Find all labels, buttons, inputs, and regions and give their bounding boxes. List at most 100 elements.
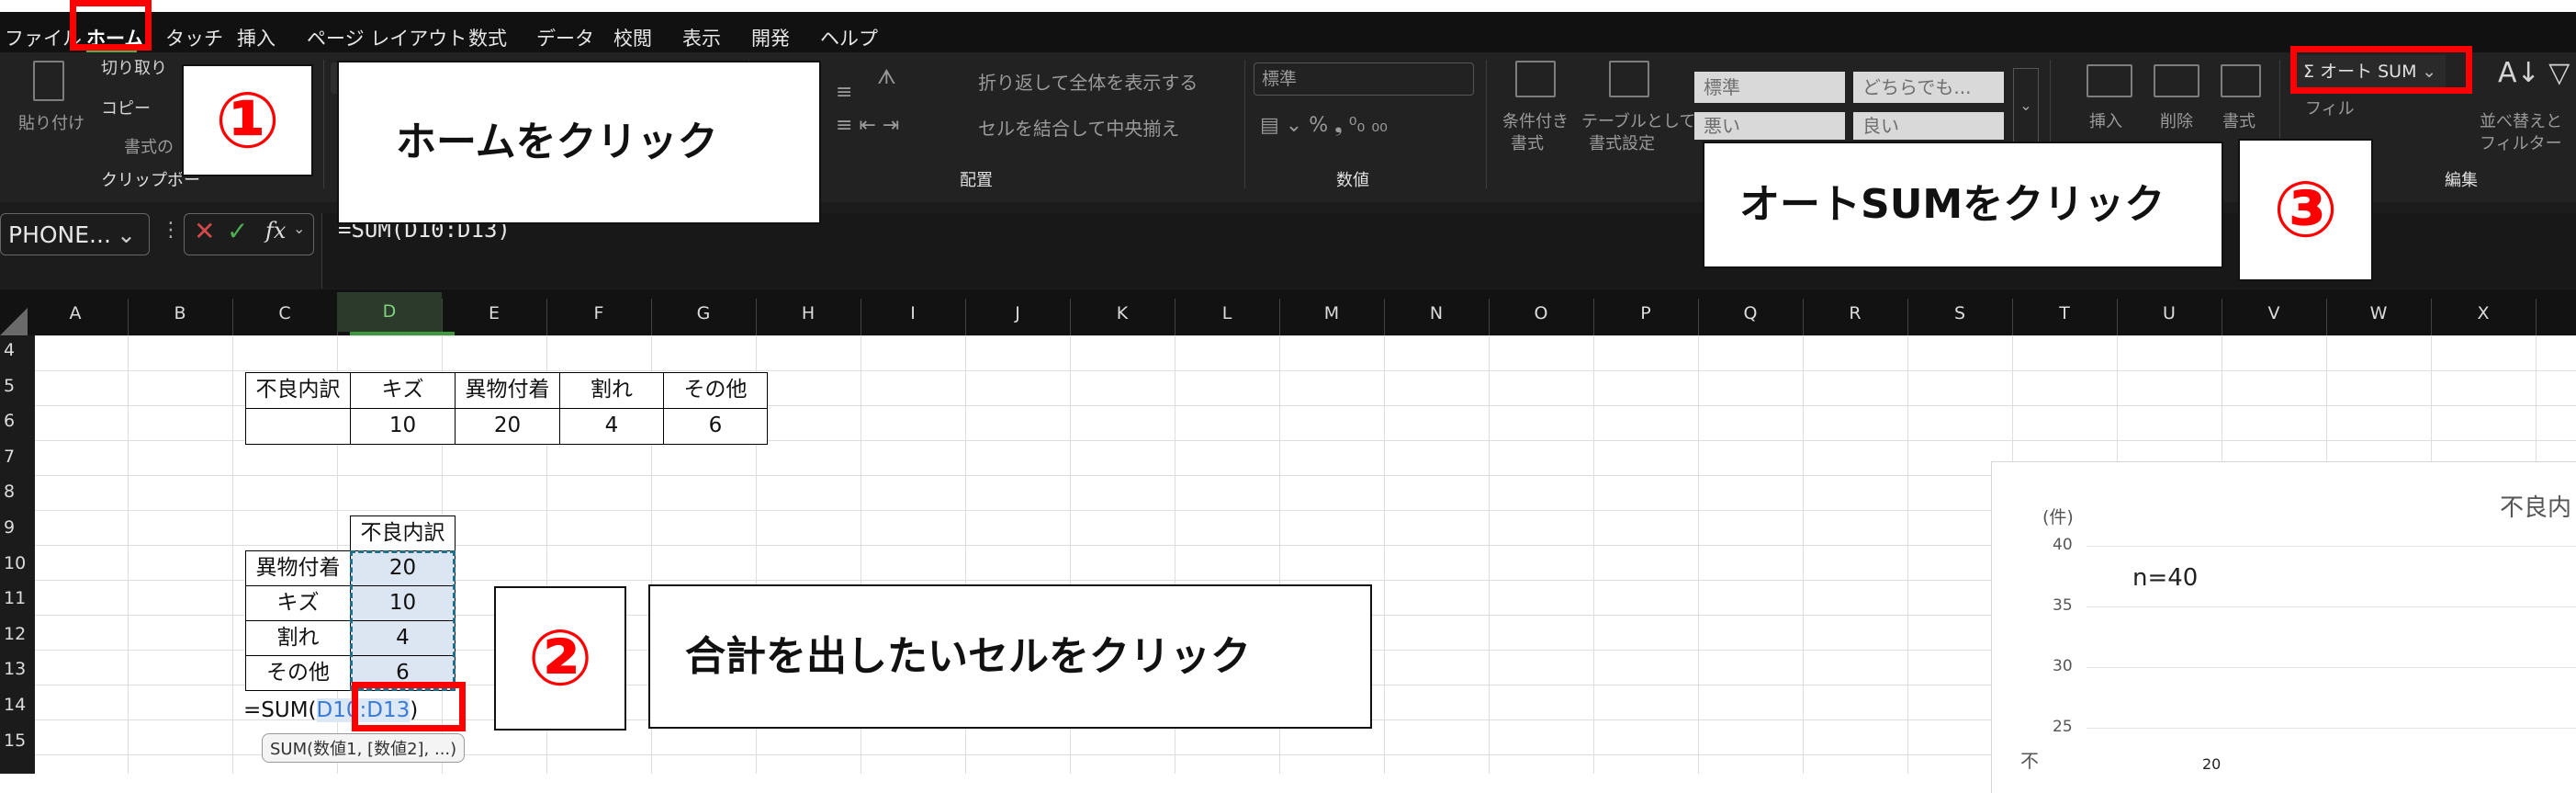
- align-icons[interactable]: ≡: [836, 81, 852, 104]
- cancel-icon[interactable]: ✕: [194, 216, 215, 246]
- table1-value-cell[interactable]: 10: [350, 408, 456, 445]
- format-cells-icon[interactable]: [2221, 64, 2261, 97]
- row-header-5[interactable]: 5: [0, 376, 29, 396]
- paste-label[interactable]: 貼り付け: [18, 110, 84, 134]
- column-header-s[interactable]: S: [1907, 303, 2012, 323]
- column-header-k[interactable]: K: [1070, 303, 1175, 323]
- table2-header-cell[interactable]: 不良内訳: [350, 515, 456, 551]
- tab-page-layout[interactable]: ページ レイアウト: [307, 24, 467, 53]
- conditional-format-label-2[interactable]: 書式: [1511, 130, 1544, 154]
- column-header-g[interactable]: G: [651, 303, 756, 323]
- column-header-h[interactable]: H: [756, 303, 861, 323]
- table1-header-cell[interactable]: その他: [663, 372, 768, 409]
- row-header-4[interactable]: 4: [0, 340, 29, 360]
- row-header-11[interactable]: 11: [0, 588, 29, 608]
- table-format-label-2[interactable]: 書式設定: [1589, 130, 1655, 154]
- column-header-r[interactable]: R: [1803, 303, 1907, 323]
- table1-value-cell[interactable]: 6: [663, 408, 768, 445]
- confirm-icon[interactable]: ✓: [227, 216, 248, 246]
- sort-filter-icon[interactable]: A↓ ▽: [2498, 57, 2570, 89]
- insert-function-icon[interactable]: fx: [265, 218, 286, 244]
- merge-center-button[interactable]: セルを結合して中央揃え: [978, 114, 1179, 141]
- name-box[interactable]: PHONE... ⌄: [0, 213, 150, 255]
- column-header-e[interactable]: E: [442, 303, 546, 323]
- delete-cells-button[interactable]: 削除: [2160, 108, 2193, 132]
- column-header-f[interactable]: F: [546, 303, 651, 323]
- column-header-c[interactable]: C: [232, 303, 337, 323]
- column-header-q[interactable]: Q: [1698, 303, 1803, 323]
- column-header-l[interactable]: L: [1175, 303, 1279, 323]
- table-format-icon[interactable]: [1609, 61, 1649, 97]
- tab-insert[interactable]: 挿入: [237, 24, 276, 53]
- column-header-i[interactable]: I: [861, 303, 965, 323]
- table2-label-cell[interactable]: キズ: [245, 585, 351, 621]
- table1-value-cell[interactable]: 20: [455, 408, 560, 445]
- more-options-icon[interactable]: ⋮: [161, 219, 181, 242]
- conditional-format-icon[interactable]: [1515, 61, 1556, 97]
- insert-cells-icon[interactable]: [2087, 64, 2132, 97]
- delete-cells-icon[interactable]: [2154, 64, 2199, 97]
- style-normal[interactable]: 標準: [1694, 72, 1845, 103]
- sort-filter-label[interactable]: 並べ替えと: [2480, 108, 2562, 132]
- column-header-o[interactable]: O: [1489, 303, 1593, 323]
- column-header-b[interactable]: B: [128, 303, 232, 323]
- table2-label-cell[interactable]: その他: [245, 655, 351, 691]
- column-header-u[interactable]: U: [2117, 303, 2222, 323]
- column-header-j[interactable]: J: [965, 303, 1070, 323]
- column-header-p[interactable]: P: [1593, 303, 1698, 323]
- tab-data[interactable]: データ: [536, 24, 594, 53]
- tab-help[interactable]: ヘルプ: [820, 24, 878, 53]
- column-header-a[interactable]: A: [23, 303, 128, 323]
- orientation-icon[interactable]: ᗑ: [877, 66, 896, 89]
- column-separator[interactable]: [2536, 299, 2537, 335]
- insert-cells-button[interactable]: 挿入: [2089, 108, 2122, 132]
- tab-developer[interactable]: 開発: [751, 24, 790, 53]
- table2-corner-cell[interactable]: [245, 515, 351, 551]
- style-neutral[interactable]: どちらでも...: [1853, 72, 2004, 103]
- chevron-down-icon[interactable]: ⌄: [293, 220, 305, 237]
- table1-value-cell[interactable]: [245, 408, 351, 445]
- table1-header-cell[interactable]: キズ: [350, 372, 456, 409]
- style-good[interactable]: 良い: [1853, 112, 2004, 140]
- row-header-10[interactable]: 10: [0, 553, 29, 573]
- row-header-15[interactable]: 15: [0, 731, 29, 751]
- column-header-v[interactable]: V: [2222, 303, 2326, 323]
- row-header-13[interactable]: 13: [0, 659, 29, 679]
- cut-button[interactable]: 切り取り: [101, 55, 167, 79]
- wrap-text-button[interactable]: 折り返して全体を表示する: [978, 68, 1198, 95]
- tab-view[interactable]: 表示: [682, 24, 721, 53]
- copy-button[interactable]: コピー: [101, 96, 151, 119]
- conditional-format-label[interactable]: 条件付き: [1502, 108, 1569, 132]
- tab-review[interactable]: 校閲: [613, 24, 652, 53]
- table1-header-cell[interactable]: 不良内訳: [245, 372, 351, 409]
- chart-area[interactable]: [1991, 461, 2576, 793]
- column-header-d[interactable]: D: [337, 292, 442, 332]
- style-bad[interactable]: 悪い: [1694, 112, 1845, 140]
- table2-label-cell[interactable]: 割れ: [245, 620, 351, 656]
- row-header-14[interactable]: 14: [0, 695, 29, 715]
- paste-icon[interactable]: [33, 61, 64, 101]
- styles-more-button[interactable]: ⌄: [2013, 68, 2039, 143]
- column-header-w[interactable]: W: [2326, 303, 2431, 323]
- column-header-x[interactable]: X: [2431, 303, 2536, 323]
- table-format-label[interactable]: テーブルとして: [1581, 108, 1695, 132]
- table1-header-cell[interactable]: 異物付着: [455, 372, 560, 409]
- column-header-t[interactable]: T: [2012, 303, 2117, 323]
- row-header-7[interactable]: 7: [0, 447, 29, 467]
- sort-filter-label-2[interactable]: フィルター: [2480, 130, 2562, 154]
- align-left-icon[interactable]: ≡ ⇤ ⇥: [836, 114, 899, 137]
- column-header-m[interactable]: M: [1279, 303, 1384, 323]
- table2-label-cell[interactable]: 異物付着: [245, 550, 351, 586]
- tab-touch[interactable]: タッチ: [165, 24, 223, 53]
- number-format-dropdown[interactable]: 標準: [1254, 62, 1474, 96]
- row-header-9[interactable]: 9: [0, 517, 29, 538]
- row-header-12[interactable]: 12: [0, 624, 29, 644]
- table1-header-cell[interactable]: 割れ: [559, 372, 664, 409]
- chevron-down-icon[interactable]: ⌄: [117, 214, 136, 256]
- table1-value-cell[interactable]: 4: [559, 408, 664, 445]
- fill-button[interactable]: フィル: [2305, 96, 2355, 119]
- row-header-8[interactable]: 8: [0, 481, 29, 502]
- column-header-n[interactable]: N: [1384, 303, 1489, 323]
- row-header-6[interactable]: 6: [0, 411, 29, 431]
- format-painter-button[interactable]: 書式の: [124, 134, 174, 158]
